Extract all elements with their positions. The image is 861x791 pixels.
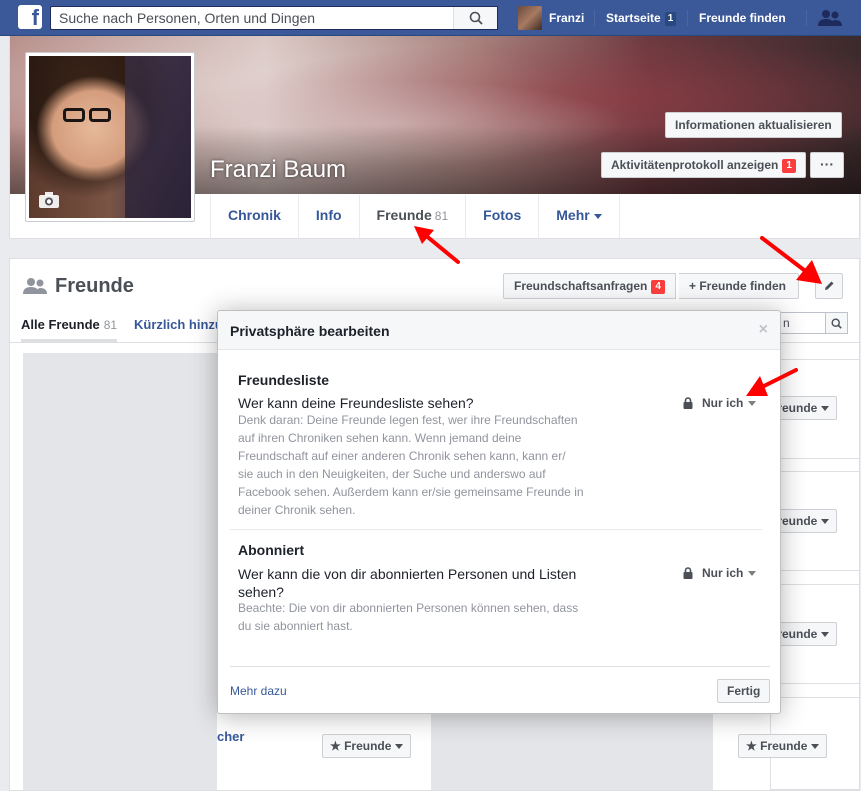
- caret-down-icon: [821, 519, 830, 525]
- subtab-label: Alle Freunde: [21, 317, 100, 332]
- camera-icon[interactable]: [38, 191, 60, 209]
- section-divider: [230, 529, 762, 530]
- profile-picture-frame[interactable]: [25, 52, 195, 222]
- desc-line: Facebook sehen. Außerdem kann er/sie gem…: [238, 485, 584, 499]
- dialog-title: Privatsphäre bearbeiten: [230, 323, 390, 339]
- friend-button-label: Freunde: [344, 739, 392, 753]
- profile-picture-background: [125, 56, 191, 218]
- subscribed-section-title: Abonniert: [238, 542, 305, 558]
- friend-photo-placeholder[interactable]: [431, 714, 713, 790]
- friend-search-input[interactable]: n: [772, 312, 848, 334]
- desc-line: auf ihren Chroniken sehen kann. Wenn jem…: [238, 431, 522, 445]
- tab-label: Freunde: [376, 207, 432, 223]
- home-label: Startseite: [606, 11, 661, 25]
- home-count-badge: 1: [664, 11, 677, 26]
- tab-label: Fotos: [483, 207, 522, 223]
- tab-info[interactable]: Info: [297, 195, 359, 238]
- nav-separator: [687, 10, 688, 26]
- subscribed-privacy-selector[interactable]: Nur ich: [683, 566, 757, 580]
- friend-search-button[interactable]: [825, 313, 847, 333]
- privacy-edit-dialog: Privatsphäre bearbeiten × Freundesliste …: [217, 310, 781, 714]
- subtab-all-friends[interactable]: Alle Freunde 81: [21, 317, 117, 332]
- lock-icon: [683, 567, 693, 579]
- friend-button-label: Freunde: [760, 739, 808, 753]
- annotation-arrow: [414, 226, 460, 264]
- caret-down-icon: [811, 744, 820, 750]
- tab-chronik[interactable]: Chronik: [210, 195, 298, 238]
- friend-name-link[interactable]: cher: [217, 729, 244, 744]
- user-avatar[interactable]: [518, 6, 542, 30]
- friend-requests-badge: 4: [651, 279, 665, 294]
- friends-icon: [23, 278, 47, 294]
- activity-log-button[interactable]: Aktivitätenprotokoll anzeigen 1: [601, 152, 806, 178]
- friend-requests-button[interactable]: Freundschaftsanfragen 4: [503, 273, 676, 299]
- friend-status-button[interactable]: ★ Freunde: [322, 734, 412, 758]
- facebook-logo-icon[interactable]: f: [18, 5, 42, 30]
- search-button[interactable]: [453, 7, 497, 29]
- caret-down-icon: [593, 213, 602, 219]
- tab-mehr[interactable]: Mehr: [538, 195, 620, 238]
- friends-requests-icon[interactable]: [818, 9, 842, 27]
- desc-line: du sie abonniert hast.: [238, 619, 353, 633]
- nav-separator: [594, 10, 595, 26]
- profile-picture: [29, 56, 191, 218]
- friends-list-description: Denk daran: Deine Freunde legen fest, we…: [238, 411, 593, 519]
- desc-line: Beachte: Die von dir abonnierten Persone…: [238, 601, 579, 615]
- search-icon: [469, 11, 483, 25]
- profile-name[interactable]: Franzi Baum: [210, 156, 346, 184]
- home-link[interactable]: Startseite 1: [606, 0, 677, 36]
- dialog-header: Privatsphäre bearbeiten ×: [218, 311, 780, 350]
- update-info-button[interactable]: Informationen aktualisieren: [665, 112, 842, 138]
- glasses-right: [89, 108, 111, 122]
- privacy-value: Nur ich: [702, 566, 744, 580]
- footer-divider: [230, 666, 770, 667]
- subscribed-question: Wer kann die von dir abonnierten Persone…: [238, 565, 598, 601]
- tab-label: Info: [315, 207, 342, 223]
- annotation-arrow: [760, 236, 822, 284]
- glasses-left: [63, 108, 85, 122]
- question-line: Wer kann die von dir abonnierten Persone…: [238, 566, 577, 582]
- desc-line: Freundschaft auf einer anderen Chronik s…: [238, 449, 566, 463]
- more-options-button[interactable]: ···: [810, 152, 844, 178]
- tab-count: 81: [434, 209, 449, 223]
- friends-section-title: Freunde: [55, 275, 134, 297]
- find-friends-link[interactable]: Freunde finden: [699, 0, 786, 36]
- top-navigation-bar: f Franzi Startseite1 Freunde finden: [0, 0, 861, 36]
- friend-photo-placeholder[interactable]: [23, 353, 217, 790]
- lock-icon: [683, 397, 693, 409]
- subscribed-description: Beachte: Die von dir abonnierten Persone…: [238, 599, 593, 635]
- user-name-link[interactable]: Franzi: [549, 0, 584, 36]
- desc-line: deiner Chronik sehen.: [238, 503, 356, 517]
- activity-log-badge: 1: [782, 158, 796, 173]
- friends-list-question: Wer kann deine Freundesliste sehen?: [238, 395, 474, 411]
- caret-down-icon: [748, 570, 757, 576]
- tab-label: Chronik: [228, 207, 281, 223]
- nav-separator: [806, 10, 807, 26]
- close-icon[interactable]: ×: [759, 321, 768, 339]
- friends-list-section-title: Freundesliste: [238, 372, 330, 388]
- search-input[interactable]: [51, 7, 451, 29]
- subtab-count: 81: [103, 318, 118, 332]
- search-box: [50, 6, 498, 30]
- friend-requests-label: Freundschaftsanfragen: [514, 279, 648, 293]
- subtab-recently-added[interactable]: Kürzlich hinzu: [134, 317, 223, 332]
- activity-log-label: Aktivitätenprotokoll anzeigen: [611, 158, 779, 172]
- caret-down-icon: [821, 406, 830, 412]
- caret-down-icon: [821, 632, 830, 638]
- desc-line: Denk daran: Deine Freunde legen fest, we…: [238, 413, 578, 427]
- search-icon: [831, 317, 842, 329]
- tab-label: Mehr: [556, 207, 590, 223]
- done-button[interactable]: Fertig: [717, 679, 771, 703]
- tab-fotos[interactable]: Fotos: [465, 195, 538, 238]
- privacy-value: Nur ich: [702, 396, 744, 410]
- profile-header: Franzi Baum Informationen aktualisieren …: [9, 36, 861, 239]
- learn-more-link[interactable]: Mehr dazu: [230, 684, 287, 698]
- friend-status-button[interactable]: ★ Freunde: [738, 734, 828, 758]
- desc-line: sie auch in den Neuigkeiten, der Suche u…: [238, 467, 546, 481]
- annotation-arrow: [746, 368, 798, 396]
- caret-down-icon: [395, 744, 404, 750]
- friend-search-text: n: [783, 316, 790, 330]
